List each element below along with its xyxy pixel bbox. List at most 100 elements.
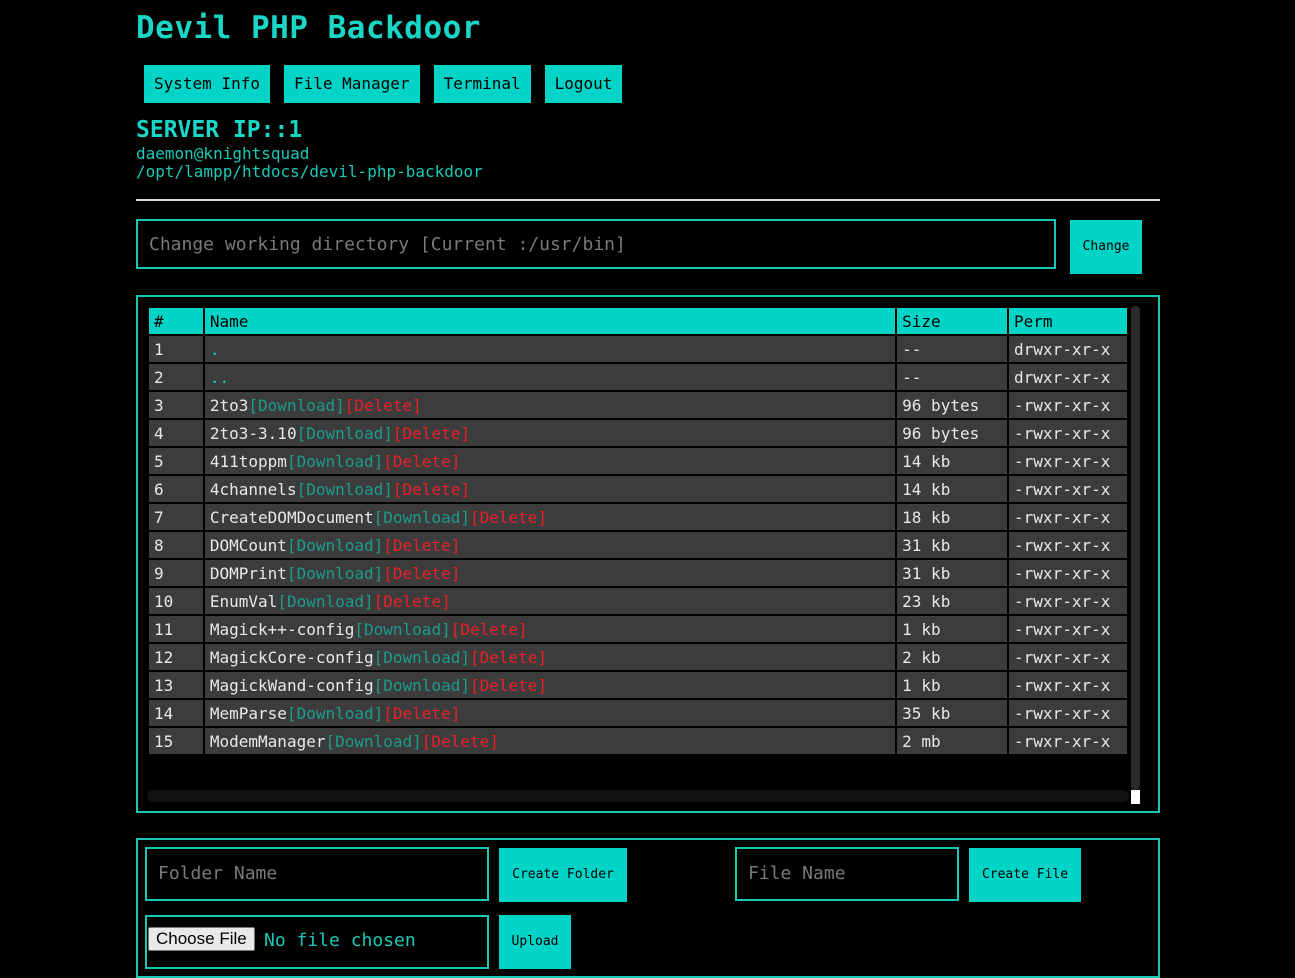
file-size: 2 mb [895,726,1010,756]
file-size: 96 bytes [895,390,1010,420]
file-name-cell: MagickWand-config[Download][Delete] [202,670,898,700]
file-table-body: 1. -- drwxr-xr-x 2.. -- drwxr-xr-x 3 2to3[Downl… [147,334,1129,756]
row-number: 1 [147,334,205,364]
download-link[interactable]: [Download] [374,648,470,667]
file-name[interactable]: MemParse [210,704,287,723]
divider [136,199,1160,201]
file-perm: -rwxr-xr-x [1007,530,1129,560]
file-perm: -rwxr-xr-x [1007,390,1129,420]
download-link[interactable]: [Download] [325,732,421,751]
table-row: 8 DOMCount[Download][Delete] 31 kb -rwxr-xr… [147,530,1129,560]
file-perm: -rwxr-xr-x [1007,614,1129,644]
delete-link[interactable]: [Delete] [374,592,451,611]
delete-link[interactable]: [Delete] [383,452,460,471]
file-name[interactable]: DOMCount [210,536,287,555]
upload-button[interactable]: Upload [499,915,571,969]
create-folder-button[interactable]: Create Folder [499,848,627,902]
file-name-cell: .. [202,362,898,392]
file-size: 23 kb [895,586,1010,616]
download-link[interactable]: [Download] [297,480,393,499]
delete-link[interactable]: [Delete] [451,620,528,639]
file-size: 1 kb [895,670,1010,700]
file-name[interactable]: MagickWand-config [210,676,374,695]
table-row: 5 411toppm[Download][Delete] 14 kb -rwxr-xr… [147,446,1129,476]
download-link[interactable]: [Download] [374,508,470,527]
download-link[interactable]: [Download] [287,564,383,583]
file-name[interactable]: DOMPrint [210,564,287,583]
vertical-scrollbar[interactable] [1131,306,1140,790]
file-name-cell: 4channels[Download][Delete] [202,474,898,504]
file-name-cell: ModemManager[Download][Delete] [202,726,898,756]
file-name[interactable]: EnumVal [210,592,277,611]
folder-name-input[interactable]: Folder Name [145,847,489,901]
file-size: 31 kb [895,530,1010,560]
directory-link[interactable]: .. [210,368,229,387]
file-name[interactable]: 2to3 [210,396,249,415]
table-header-row: # Name Size Perm [147,306,1129,336]
delete-link[interactable]: [Delete] [393,424,470,443]
file-name[interactable]: 4channels [210,480,297,499]
download-link[interactable]: [Download] [277,592,373,611]
row-number: 8 [147,530,205,560]
file-name[interactable]: ModemManager [210,732,326,751]
file-name[interactable]: CreateDOMDocument [210,508,374,527]
file-perm: drwxr-xr-x [1007,334,1129,364]
download-link[interactable]: [Download] [248,396,344,415]
terminal-button[interactable]: Terminal [433,65,531,103]
col-perm: Perm [1007,306,1129,336]
create-file-button[interactable]: Create File [969,848,1081,902]
download-link[interactable]: [Download] [287,704,383,723]
file-size: 14 kb [895,446,1010,476]
row-number: 9 [147,558,205,588]
file-size: 2 kb [895,642,1010,672]
file-manager-button[interactable]: File Manager [283,65,420,103]
vertical-scroll-thumb[interactable] [1131,306,1140,790]
file-name[interactable]: MagickCore-config [210,648,374,667]
delete-link[interactable]: [Delete] [422,732,499,751]
file-name[interactable]: 2to3-3.10 [210,424,297,443]
delete-link[interactable]: [Delete] [393,480,470,499]
delete-link[interactable]: [Delete] [470,508,547,527]
row-number: 12 [147,642,205,672]
file-size: 31 kb [895,558,1010,588]
row-number: 5 [147,446,205,476]
download-link[interactable]: [Download] [287,536,383,555]
file-name-cell: Magick++-config[Download][Delete] [202,614,898,644]
directory-link[interactable]: . [210,340,220,359]
current-path: /opt/lampp/htdocs/devil-php-backdoor [136,162,483,181]
download-link[interactable]: [Download] [287,452,383,471]
choose-file-button[interactable]: Choose File [148,927,255,951]
horizontal-scrollbar[interactable] [147,790,1129,802]
delete-link[interactable]: [Delete] [383,564,460,583]
table-row: 14 MemParse[Download][Delete] 35 kb -rwxr-x… [147,698,1129,728]
table-row: 10 EnumVal[Download][Delete] 23 kb -rwxr-xr… [147,586,1129,616]
system-info-button[interactable]: System Info [144,65,270,103]
file-name-input[interactable]: File Name [735,847,959,901]
server-ip: SERVER IP::1 [136,117,303,143]
file-perm: -rwxr-xr-x [1007,642,1129,672]
no-file-label: No file chosen [264,930,416,951]
delete-link[interactable]: [Delete] [470,676,547,695]
download-link[interactable]: [Download] [297,424,393,443]
delete-link[interactable]: [Delete] [383,536,460,555]
logout-button[interactable]: Logout [544,65,623,103]
file-name[interactable]: Magick++-config [210,620,355,639]
row-number: 13 [147,670,205,700]
file-perm: -rwxr-xr-x [1007,558,1129,588]
table-row: 9 DOMPrint[Download][Delete] 31 kb -rwxr-xr… [147,558,1129,588]
file-name[interactable]: 411toppm [210,452,287,471]
scroll-corner [1131,790,1140,804]
change-directory-input[interactable]: Change working directory [Current :/usr/… [136,219,1056,269]
delete-link[interactable]: [Delete] [383,704,460,723]
download-link[interactable]: [Download] [354,620,450,639]
file-name-cell: DOMPrint[Download][Delete] [202,558,898,588]
file-size: 96 bytes [895,418,1010,448]
download-link[interactable]: [Download] [374,676,470,695]
file-perm: -rwxr-xr-x [1007,726,1129,756]
change-directory-button[interactable]: Change [1070,220,1142,274]
delete-link[interactable]: [Delete] [470,648,547,667]
file-name-cell: CreateDOMDocument[Download][Delete] [202,502,898,532]
table-row: 7 CreateDOMDocument[Download][Delete] 18 k… [147,502,1129,532]
delete-link[interactable]: [Delete] [345,396,422,415]
row-number: 2 [147,362,205,392]
